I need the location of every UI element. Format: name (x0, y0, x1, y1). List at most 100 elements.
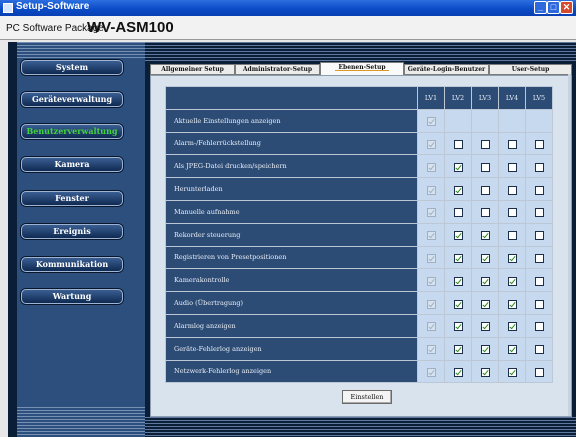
tab-administrator-setup[interactable]: Administrator-Setup (235, 64, 320, 75)
permission-label: Netzwerk-Fehlerlog anzeigen (166, 360, 417, 383)
sidebar-item-ereignis[interactable]: Ereignis (21, 224, 123, 239)
close-icon[interactable]: ✕ (560, 1, 573, 14)
permission-checkbox (426, 162, 436, 172)
permission-cell (472, 292, 498, 314)
table-row: Manuelle aufnahme (166, 200, 552, 223)
bottom-band (145, 417, 576, 437)
tab-geraete-login-benutzer[interactable]: Geräte-Login-Benutzer (404, 64, 489, 75)
permission-checkbox[interactable] (453, 231, 463, 241)
permission-checkbox[interactable] (534, 367, 544, 377)
permission-checkbox[interactable] (480, 162, 490, 172)
permission-checkbox[interactable] (480, 276, 490, 286)
permission-checkbox[interactable] (453, 276, 463, 286)
table-row: Als JPEG-Datei drucken/speichern (166, 155, 552, 178)
permission-checkbox[interactable] (534, 185, 544, 195)
permission-cell (472, 109, 498, 132)
permission-cell (418, 155, 444, 178)
permission-checkbox[interactable] (534, 162, 544, 172)
permission-cell (526, 155, 552, 178)
permission-cell (526, 314, 552, 337)
package-model: WV-ASM100 (87, 19, 174, 36)
permission-checkbox[interactable] (453, 139, 463, 149)
minimize-icon[interactable]: _ (534, 1, 547, 14)
sidebar-item-system[interactable]: System (21, 60, 123, 75)
permission-cell (445, 223, 471, 246)
permission-label: Kamerakontrolle (166, 269, 417, 292)
permission-cell (445, 360, 471, 383)
permission-checkbox[interactable] (534, 139, 544, 149)
tab-allgemeiner-setup[interactable]: Allgemeiner Setup (150, 64, 235, 75)
permission-checkbox (426, 139, 436, 149)
permission-checkbox[interactable] (507, 185, 517, 195)
permission-checkbox[interactable] (480, 208, 490, 218)
permission-checkbox[interactable] (480, 231, 490, 241)
sidebar-item-kamera[interactable]: Kamera (21, 157, 123, 172)
table-header-row: LV1 LV2 LV3 LV4 LV5 (166, 87, 552, 109)
permission-checkbox[interactable] (507, 276, 517, 286)
permission-checkbox[interactable] (453, 367, 463, 377)
permission-checkbox[interactable] (480, 139, 490, 149)
permission-cell (418, 292, 444, 314)
permission-checkbox[interactable] (480, 367, 490, 377)
sidebar-item-geraeteverwaltung[interactable]: Geräteverwaltung (21, 92, 123, 107)
permission-cell (472, 314, 498, 337)
permission-checkbox[interactable] (453, 208, 463, 218)
permission-cell (472, 200, 498, 223)
permission-cell (472, 269, 498, 292)
permission-checkbox[interactable] (507, 367, 517, 377)
permission-cell (445, 246, 471, 269)
permission-checkbox[interactable] (507, 139, 517, 149)
sidebar-item-fenster[interactable]: Fenster (21, 191, 123, 206)
permission-checkbox[interactable] (453, 322, 463, 332)
header-blank (166, 87, 417, 109)
sidebar-item-wartung[interactable]: Wartung (21, 289, 123, 304)
permission-checkbox[interactable] (507, 162, 517, 172)
permission-cell (418, 109, 444, 132)
permission-checkbox[interactable] (507, 345, 517, 355)
einstellen-button[interactable]: Einstellen (342, 390, 392, 404)
permission-cell (445, 269, 471, 292)
level-header: LV3 (472, 87, 498, 109)
permission-checkbox[interactable] (480, 185, 490, 195)
permission-label: Registrieren von Presetpositionen (166, 246, 417, 269)
permission-cell (472, 246, 498, 269)
permission-checkbox[interactable] (534, 208, 544, 218)
permission-checkbox[interactable] (534, 231, 544, 241)
permission-label: Geräte-Fehlerlog anzeigen (166, 337, 417, 360)
permission-checkbox[interactable] (480, 345, 490, 355)
table-row: Audio (Übertragung) (166, 292, 552, 314)
permission-checkbox[interactable] (480, 299, 490, 309)
permission-checkbox[interactable] (507, 231, 517, 241)
permission-checkbox[interactable] (534, 253, 544, 263)
permission-checkbox[interactable] (507, 253, 517, 263)
permission-checkbox (426, 117, 436, 127)
permission-checkbox[interactable] (480, 253, 490, 263)
tab-user-setup[interactable]: User-Setup (489, 64, 572, 75)
permission-checkbox[interactable] (534, 322, 544, 332)
permission-label: Herunterladen (166, 178, 417, 200)
permission-checkbox[interactable] (453, 185, 463, 195)
permission-cell (445, 292, 471, 314)
permission-checkbox[interactable] (534, 299, 544, 309)
permission-cell (418, 314, 444, 337)
permission-checkbox[interactable] (453, 162, 463, 172)
permission-checkbox[interactable] (507, 299, 517, 309)
permission-checkbox[interactable] (534, 345, 544, 355)
permission-checkbox[interactable] (453, 345, 463, 355)
permission-cell (472, 337, 498, 360)
permission-checkbox[interactable] (507, 208, 517, 218)
permission-checkbox (426, 231, 436, 241)
permission-checkbox[interactable] (453, 253, 463, 263)
permission-checkbox[interactable] (507, 322, 517, 332)
permission-cell (472, 223, 498, 246)
permission-checkbox (426, 345, 436, 355)
permission-cell (499, 132, 525, 155)
sidebar-item-benutzerverwaltung[interactable]: Benutzerverwaltung (21, 124, 123, 139)
permission-checkbox[interactable] (534, 276, 544, 286)
permission-checkbox[interactable] (480, 322, 490, 332)
sidebar-item-kommunikation[interactable]: Kommunikation (21, 257, 123, 272)
permission-cell (445, 200, 471, 223)
maximize-icon[interactable]: □ (547, 1, 560, 14)
permission-checkbox[interactable] (453, 299, 463, 309)
tab-ebenen-setup[interactable]: Ebenen-Setup (320, 62, 404, 75)
